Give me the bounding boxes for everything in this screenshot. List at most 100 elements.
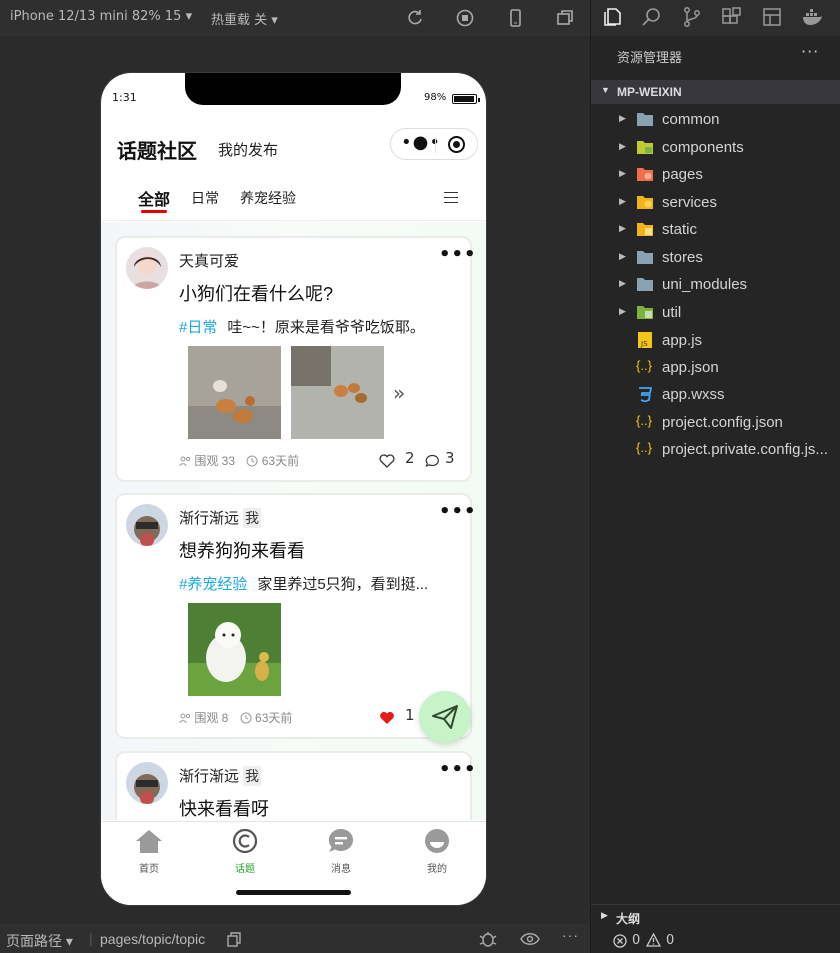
chevron-down-icon: ▼ (601, 85, 610, 95)
folder-util[interactable]: ▶ util (591, 300, 840, 326)
tabbar-home[interactable]: 首页 (119, 828, 179, 875)
chevron-right-icon: ▶ (619, 196, 626, 206)
chevron-right-icon: ▶ (619, 223, 626, 233)
topic-icon (232, 828, 258, 854)
post-username[interactable]: 渐行渐远我 (179, 507, 262, 528)
post-card[interactable]: 天真可爱 ••• 小狗们在看什么呢? #日常 哇~~！原来是看爷爷吃饭耶。 » 围… (115, 236, 476, 482)
folder-static[interactable]: ▶ static (591, 217, 840, 243)
simulator-toolbar: iPhone 12/13 mini 82% 15 ▾ 热重载 关 ▾ (0, 0, 590, 36)
post-username[interactable]: 天真可爱 (179, 250, 239, 271)
post-text: 家里养过5只狗，看到挺... (257, 576, 429, 593)
clock-icon (246, 455, 258, 466)
tab-all[interactable]: 全部 (138, 186, 170, 210)
avatar[interactable] (126, 247, 168, 289)
post-card[interactable]: 渐行渐远我 ••• 快来看看呀 (115, 751, 476, 820)
source-control-icon[interactable] (681, 6, 703, 28)
folder-icon (637, 278, 653, 291)
post-card[interactable]: 渐行渐远我 ••• 想养狗狗来看看 #养宠经验 家里养过5只狗，看到挺... 围观… (115, 493, 476, 739)
activity-bar (591, 0, 840, 36)
post-image[interactable] (188, 346, 281, 439)
more-icon[interactable]: ··· (562, 927, 579, 943)
file-app-json[interactable]: {..} app.json (591, 355, 840, 381)
post-content: #日常 哇~~！原来是看爷爷吃饭耶。 (179, 316, 464, 337)
avatar[interactable] (126, 504, 168, 546)
folder-pages[interactable]: ▶ pages (591, 162, 840, 188)
chevron-right-icon: ▶ (619, 278, 626, 288)
post-more-icon[interactable]: ••• (439, 244, 477, 265)
file-app-wxss[interactable]: app.wxss (591, 382, 840, 408)
page-path-dropdown[interactable]: 页面路径 ▾ (6, 931, 73, 951)
views-icon (179, 713, 191, 723)
file-app-js[interactable]: JS app.js (591, 328, 840, 354)
error-icon (613, 934, 627, 948)
problems-status[interactable]: 0 0 (591, 930, 840, 953)
search-icon[interactable] (641, 6, 663, 28)
folder-uni-modules[interactable]: ▶ uni_modules (591, 272, 840, 298)
post-text: 哇~~！原来是看爷爷吃饭耶。 (227, 319, 425, 336)
post-tag[interactable]: #日常 (179, 319, 217, 336)
debug-icon[interactable] (478, 930, 498, 948)
phone-icon[interactable] (505, 8, 525, 28)
me-badge: 我 (243, 508, 262, 528)
more-images-icon[interactable]: » (393, 381, 405, 405)
tabbar-messages[interactable]: 消息 (311, 828, 371, 875)
post-username[interactable]: 渐行渐远我 (179, 765, 262, 786)
tab-pet-experience[interactable]: 养宠经验 (240, 188, 296, 208)
menu-icon[interactable] (444, 192, 458, 203)
publish-button[interactable] (419, 691, 471, 743)
explorer-more-icon[interactable]: ··· (801, 42, 819, 61)
post-title: 小狗们在看什么呢? (179, 284, 334, 304)
detach-window-icon[interactable] (555, 8, 575, 28)
post-views: 围观 8 (194, 711, 229, 725)
chevron-right-icon: ▶ (601, 911, 608, 921)
heart-icon[interactable] (379, 454, 395, 468)
paper-plane-icon (432, 705, 458, 729)
outline-section[interactable]: ▶ 大纲 (591, 904, 840, 928)
project-root[interactable]: ▼ MP-WEIXIN (591, 80, 840, 104)
folder-services[interactable]: ▶ services (591, 190, 840, 216)
post-content: #养宠经验 家里养过5只狗，看到挺... (179, 573, 464, 594)
phone-simulator: 1:31 98% 话题社区 我的发布 •●• 全部 日常 养宠经验 天真可爱 •… (101, 73, 486, 905)
folder-components[interactable]: ▶ components (591, 135, 840, 161)
post-more-icon[interactable]: ••• (439, 759, 477, 780)
folder-stores[interactable]: ▶ stores (591, 245, 840, 271)
explorer-title: 资源管理器 (617, 50, 683, 65)
stop-icon[interactable] (455, 8, 475, 28)
post-more-icon[interactable]: ••• (439, 501, 477, 522)
post-time: 63天前 (255, 711, 293, 725)
page-route: pages/topic/topic (100, 931, 206, 947)
page-title: 话题社区 (117, 141, 197, 163)
file-project-private-config[interactable]: {..} project.private.config.js... (591, 437, 840, 463)
miniprogram-capsule: •●• (390, 128, 478, 160)
views-icon (179, 456, 191, 466)
file-project-config[interactable]: {..} project.config.json (591, 410, 840, 436)
tab-daily[interactable]: 日常 (191, 188, 219, 208)
device-selector[interactable]: iPhone 12/13 mini 82% 15 ▾ (10, 9, 192, 24)
files-icon[interactable] (601, 6, 623, 28)
post-image[interactable] (291, 346, 384, 439)
tabbar-topic[interactable]: 话题 (215, 828, 275, 875)
pages-icon[interactable] (761, 6, 783, 28)
like-count: 2 (405, 449, 415, 467)
heart-filled-icon[interactable] (379, 711, 395, 725)
comment-icon[interactable] (425, 454, 440, 468)
post-image[interactable] (188, 603, 281, 696)
folder-common[interactable]: ▶ common (591, 107, 840, 133)
me-badge: 我 (243, 766, 262, 786)
post-tag[interactable]: #养宠经验 (179, 576, 247, 593)
services-folder-icon (637, 196, 653, 209)
refresh-icon[interactable] (405, 8, 425, 28)
my-posts-link[interactable]: 我的发布 (218, 139, 278, 160)
extensions-icon[interactable] (721, 6, 743, 28)
tabbar-mine[interactable]: 我的 (407, 828, 467, 875)
preview-eye-icon[interactable] (520, 932, 540, 946)
battery-percent: 98% (424, 92, 447, 103)
copy-icon[interactable] (227, 932, 241, 947)
hot-reload-toggle[interactable]: 热重载 关 ▾ (211, 9, 278, 28)
docker-icon[interactable] (801, 6, 823, 28)
close-miniprogram-icon[interactable] (448, 136, 465, 153)
avatar[interactable] (126, 762, 168, 804)
post-feed[interactable]: 天真可爱 ••• 小狗们在看什么呢? #日常 哇~~！原来是看爷爷吃饭耶。 » 围… (101, 222, 486, 820)
active-tab-indicator (141, 210, 167, 213)
post-time: 63天前 (261, 454, 300, 468)
